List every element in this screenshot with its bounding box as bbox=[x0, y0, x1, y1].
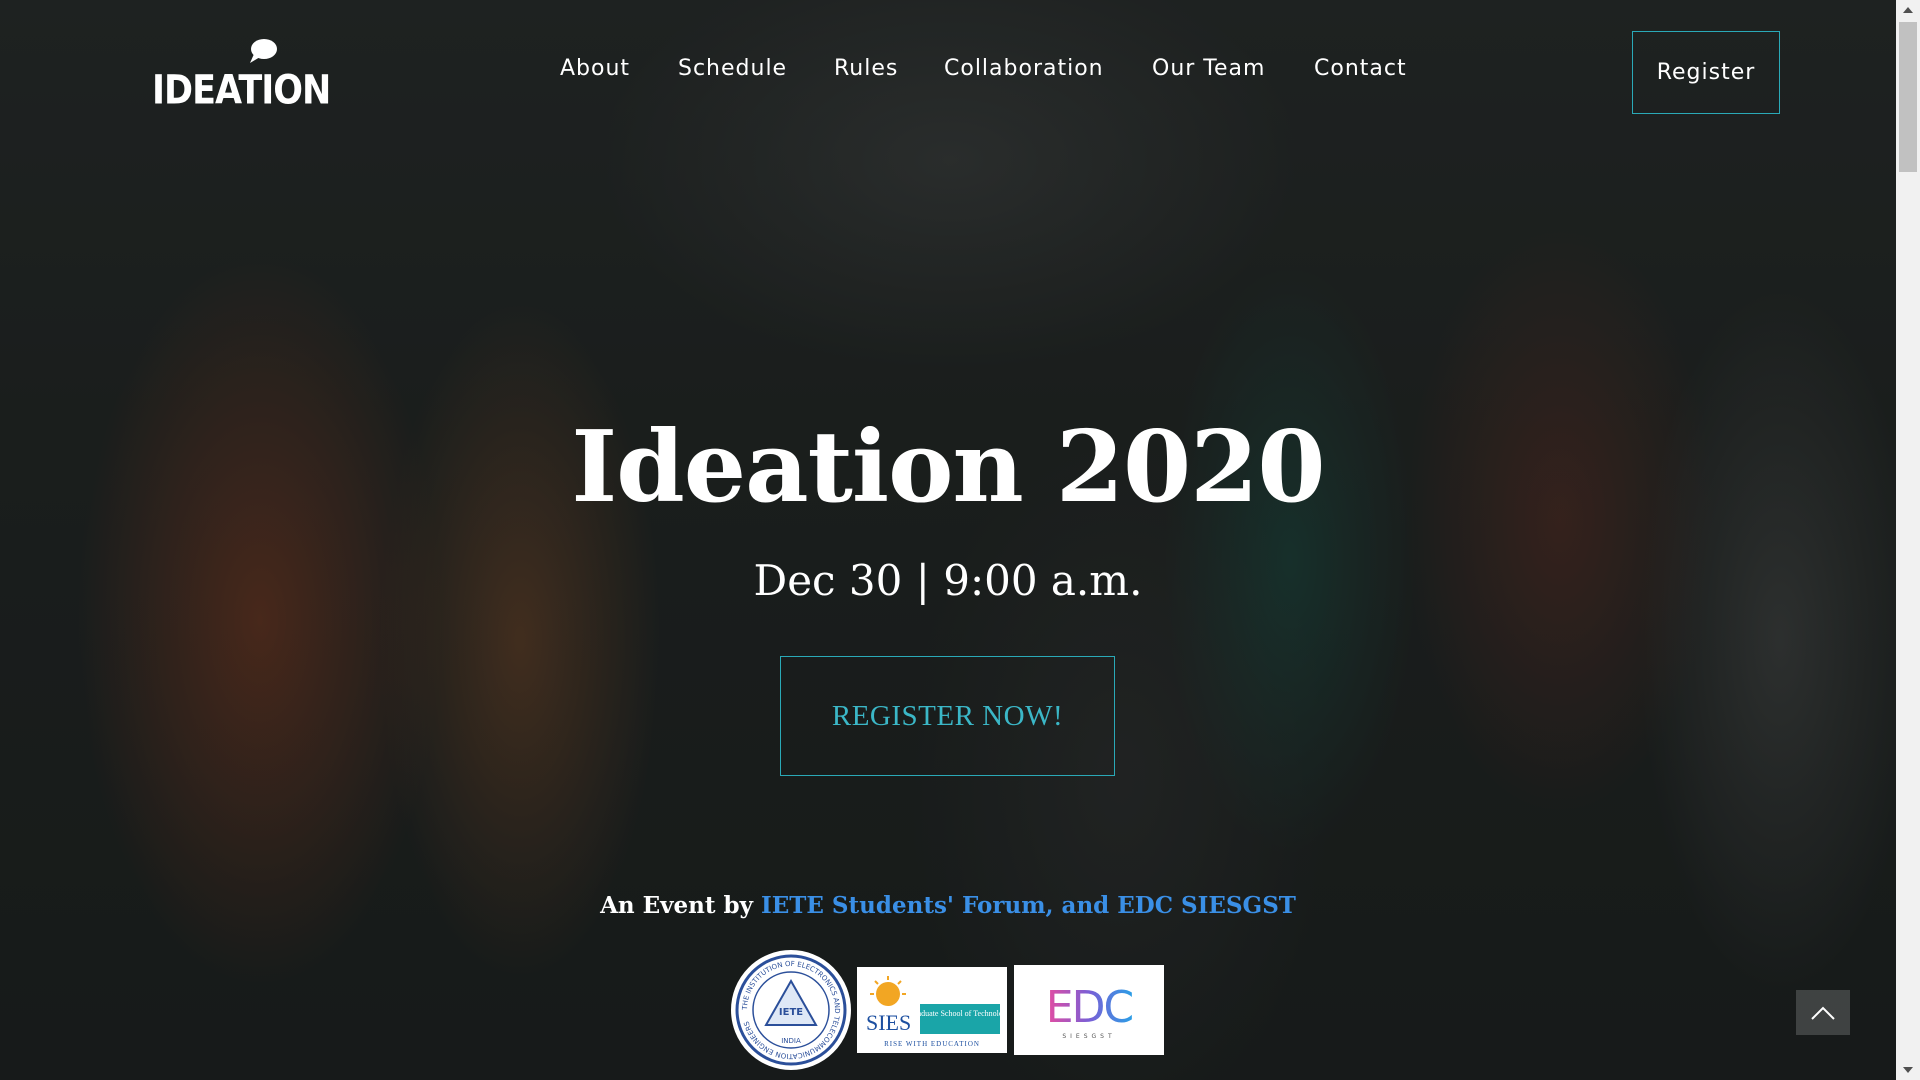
nav-item-collaboration[interactable]: Collaboration bbox=[944, 56, 1104, 81]
page-scrollbar[interactable] bbox=[1896, 0, 1920, 1080]
edc-name: EDC bbox=[1046, 982, 1133, 1033]
nav-item-our-team[interactable]: Our Team bbox=[1152, 56, 1265, 81]
edc-subtitle: SIESGST bbox=[1062, 1033, 1115, 1040]
sies-caption: Graduate School of Technology bbox=[909, 1009, 1006, 1018]
iete-country: INDIA bbox=[781, 1037, 801, 1045]
nav-register-button[interactable]: Register bbox=[1632, 31, 1780, 114]
iete-logo: THE INSTITUTION OF ELECTRONICS AND TELEC… bbox=[731, 950, 851, 1070]
main-nav: About Schedule Rules Collaboration Our T… bbox=[0, 56, 1896, 86]
scroll-down-button[interactable] bbox=[1896, 1060, 1920, 1080]
iete-emblem-icon: THE INSTITUTION OF ELECTRONICS AND TELEC… bbox=[735, 954, 847, 1066]
sies-name: SIES bbox=[866, 1010, 911, 1035]
edc-emblem-icon: EDC SIESGST bbox=[1046, 982, 1135, 1040]
back-to-top-button[interactable] bbox=[1796, 990, 1850, 1035]
hero-title: Ideation 2020 bbox=[571, 410, 1325, 525]
triangle-up-icon bbox=[1903, 7, 1913, 13]
chevron-up-icon bbox=[1811, 1006, 1835, 1020]
organizers-prefix: An Event by bbox=[600, 892, 761, 919]
register-now-button[interactable]: REGISTER NOW! bbox=[780, 656, 1115, 776]
sies-emblem-icon: SIES Graduate School of Technology RISE … bbox=[866, 976, 1006, 1048]
sies-tagline: RISE WITH EDUCATION bbox=[884, 1040, 980, 1048]
triangle-down-icon bbox=[1903, 1067, 1913, 1073]
sies-logo: SIES Graduate School of Technology RISE … bbox=[857, 967, 1007, 1053]
nav-item-about[interactable]: About bbox=[560, 56, 630, 81]
organizers-line: An Event by IETE Students' Forum, and ED… bbox=[0, 892, 1896, 919]
scroll-up-button[interactable] bbox=[1896, 0, 1920, 20]
event-date: Dec 30 | 9:00 a.m. bbox=[753, 556, 1143, 605]
iete-name: IETE bbox=[779, 1007, 803, 1018]
organizers-link[interactable]: IETE Students' Forum, and EDC SIESGST bbox=[761, 892, 1296, 919]
nav-item-contact[interactable]: Contact bbox=[1314, 56, 1407, 81]
edc-logo: EDC SIESGST bbox=[1014, 965, 1164, 1055]
nav-item-rules[interactable]: Rules bbox=[834, 56, 898, 81]
scroll-thumb[interactable] bbox=[1899, 22, 1917, 172]
nav-item-schedule[interactable]: Schedule bbox=[678, 56, 787, 81]
